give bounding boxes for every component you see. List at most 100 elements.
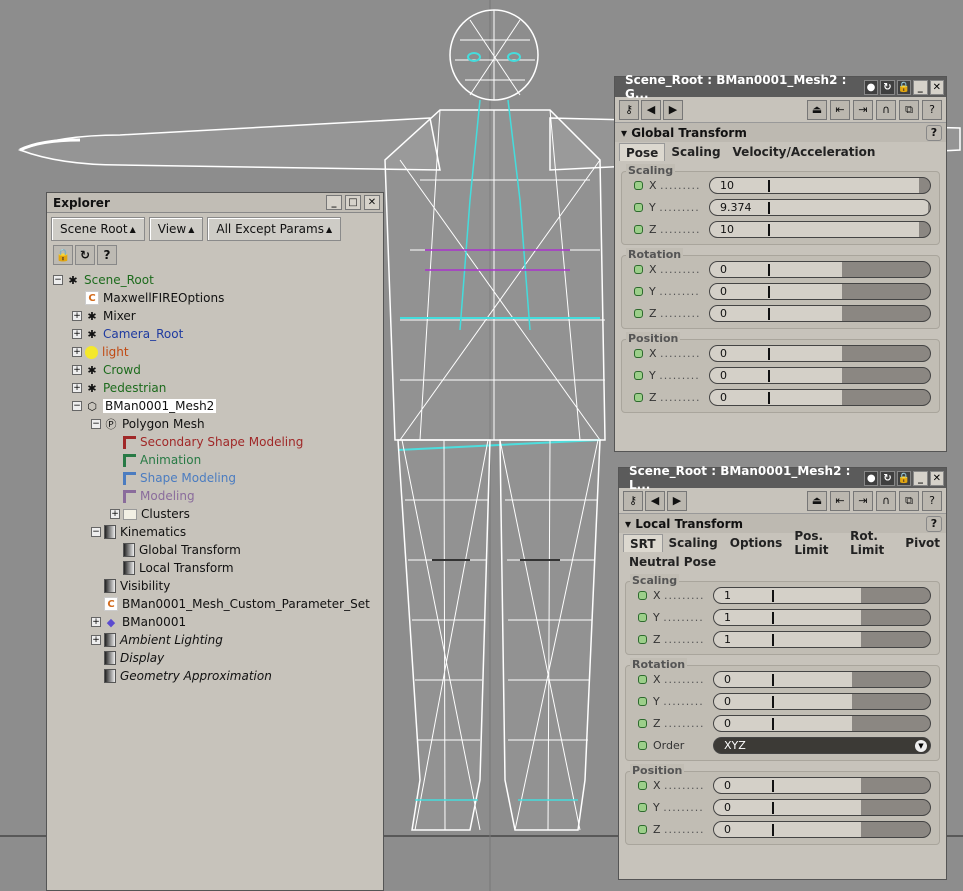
animation-led-icon[interactable] — [638, 674, 647, 684]
local-transform-section[interactable]: ▾ Local Transform? — [619, 514, 946, 533]
collapse-icon[interactable]: − — [91, 419, 101, 429]
animation-led-icon[interactable] — [634, 308, 643, 318]
prev-icon[interactable]: ◀ — [641, 99, 661, 120]
global-transform-section[interactable]: ▾ Global Transform? — [615, 123, 946, 142]
magnet-icon[interactable]: ∩ — [876, 99, 896, 120]
param-slider-field[interactable]: 0 — [709, 260, 931, 278]
tree-item[interactable]: + ✱ Crowd — [53, 361, 383, 379]
expand-icon[interactable]: + — [110, 509, 120, 519]
help-icon[interactable]: ? — [922, 490, 942, 511]
refresh-icon[interactable]: ↻ — [880, 79, 895, 95]
minimize-icon[interactable]: _ — [913, 470, 928, 486]
animation-led-icon[interactable] — [634, 370, 643, 380]
maximize-icon[interactable]: □ — [345, 195, 361, 210]
tree-item[interactable]: − Kinematics — [53, 523, 383, 541]
revert-icon[interactable]: ⇤ — [830, 99, 850, 120]
animation-led-icon[interactable] — [634, 392, 643, 402]
animation-led-icon[interactable] — [634, 224, 643, 234]
minimize-icon[interactable]: _ — [326, 195, 342, 210]
param-slider-field[interactable]: 9.374 — [709, 198, 931, 216]
tree-item[interactable]: − ✱ Scene_Root — [53, 271, 383, 289]
param-slider-field[interactable]: 0 — [709, 344, 931, 362]
tab-options[interactable]: Options — [724, 534, 789, 552]
tree-item[interactable]: Visibility — [53, 577, 383, 595]
prev-icon[interactable]: ◀ — [645, 490, 665, 511]
param-slider-field[interactable]: 1 — [713, 630, 931, 648]
param-slider-field[interactable]: 1 — [713, 608, 931, 626]
animation-led-icon[interactable] — [638, 634, 647, 644]
tab-scaling[interactable]: Scaling — [663, 534, 724, 552]
load-preset-icon[interactable]: ⏏ — [807, 99, 827, 120]
tree-item[interactable]: − Ⓟ Polygon Mesh — [53, 415, 383, 433]
tree-item[interactable]: + ✱ Pedestrian — [53, 379, 383, 397]
param-slider-field[interactable]: 0 — [709, 282, 931, 300]
expand-icon[interactable]: + — [72, 365, 82, 375]
tab-scaling[interactable]: Scaling — [665, 143, 726, 161]
param-slider-field[interactable]: 0 — [713, 670, 931, 688]
tree-item[interactable]: + light — [53, 343, 383, 361]
param-slider-field[interactable]: 0 — [713, 798, 931, 816]
help-icon[interactable]: ? — [97, 245, 117, 265]
tree-item[interactable]: C BMan0001_Mesh_Custom_Parameter_Set — [53, 595, 383, 613]
global-panel-titlebar[interactable]: Scene_Root : BMan0001_Mesh2 : G... ● ↻ 🔒… — [615, 73, 946, 101]
tab-rot-limit[interactable]: Rot. Limit — [844, 529, 899, 557]
tree-item[interactable]: Modeling — [53, 487, 383, 505]
param-slider-field[interactable]: 0 — [713, 820, 931, 838]
expand-icon[interactable]: + — [72, 329, 82, 339]
tree-item[interactable]: Local Transform — [53, 559, 383, 577]
tab-pose[interactable]: Pose — [619, 143, 666, 161]
tree-item[interactable]: Animation — [53, 451, 383, 469]
tab-neutral-pose[interactable]: Neutral Pose — [623, 553, 722, 571]
close-icon[interactable]: ✕ — [929, 470, 944, 486]
param-slider-field[interactable]: 0 — [709, 366, 931, 384]
recycle-icon[interactable]: ● — [863, 79, 879, 95]
close-icon[interactable]: ✕ — [929, 79, 944, 95]
help-icon[interactable]: ? — [922, 99, 942, 120]
expand-icon[interactable]: + — [91, 617, 101, 627]
tree-item[interactable]: Display — [53, 649, 383, 667]
lock-icon[interactable]: 🔒 — [896, 470, 912, 486]
param-slider-field[interactable]: 0 — [713, 692, 931, 710]
animation-led-icon[interactable] — [638, 718, 647, 728]
tree-item[interactable]: + ✱ Mixer — [53, 307, 383, 325]
param-slider-field[interactable]: 10 — [709, 176, 931, 194]
animation-led-icon[interactable] — [638, 780, 647, 790]
animation-led-icon[interactable] — [638, 612, 647, 622]
copy-icon[interactable]: ⧉ — [899, 99, 919, 120]
animation-led-icon[interactable] — [638, 590, 647, 600]
collapse-icon[interactable]: − — [72, 401, 82, 411]
apply-icon[interactable]: ⇥ — [853, 99, 873, 120]
magnet-icon[interactable]: ∩ — [876, 490, 896, 511]
load-preset-icon[interactable]: ⏏ — [807, 490, 827, 511]
tab-velocity-acceleration[interactable]: Velocity/Acceleration — [727, 143, 882, 161]
help-icon[interactable]: ? — [926, 124, 942, 141]
keyring-icon[interactable]: ⚷ — [623, 490, 643, 511]
param-slider-field[interactable]: 1 — [713, 586, 931, 604]
rotation-order-select[interactable]: XYZ ▼ — [713, 736, 931, 754]
collapse-icon[interactable]: − — [91, 527, 101, 537]
close-icon[interactable]: ✕ — [364, 195, 380, 210]
next-icon[interactable]: ▶ — [663, 99, 683, 120]
tree-item[interactable]: Secondary Shape Modeling — [53, 433, 383, 451]
tab-pos-limit[interactable]: Pos. Limit — [788, 529, 844, 557]
refresh-icon[interactable]: ↻ — [75, 245, 95, 265]
tab-pivot[interactable]: Pivot — [899, 534, 946, 552]
animation-led-icon[interactable] — [634, 264, 643, 274]
param-slider-field[interactable]: 0 — [713, 776, 931, 794]
animation-led-icon[interactable] — [634, 180, 643, 190]
param-slider-field[interactable]: 0 — [709, 388, 931, 406]
refresh-icon[interactable]: ↻ — [880, 470, 895, 486]
expand-icon[interactable]: + — [72, 383, 82, 393]
expand-icon[interactable]: + — [72, 311, 82, 321]
tree-item[interactable]: Geometry Approximation — [53, 667, 383, 685]
help-icon[interactable]: ? — [926, 515, 942, 532]
expand-icon[interactable]: + — [72, 347, 82, 357]
minimize-icon[interactable]: _ — [913, 79, 928, 95]
view-dropdown[interactable]: View ▲ — [148, 217, 204, 241]
tab-srt[interactable]: SRT — [623, 534, 663, 552]
tree-item[interactable]: − ⬡ BMan0001_Mesh2 — [53, 397, 383, 415]
tree-item[interactable]: Global Transform — [53, 541, 383, 559]
param-slider-field[interactable]: 0 — [709, 304, 931, 322]
keyring-icon[interactable]: ⚷ — [619, 99, 639, 120]
param-slider-field[interactable]: 0 — [713, 714, 931, 732]
